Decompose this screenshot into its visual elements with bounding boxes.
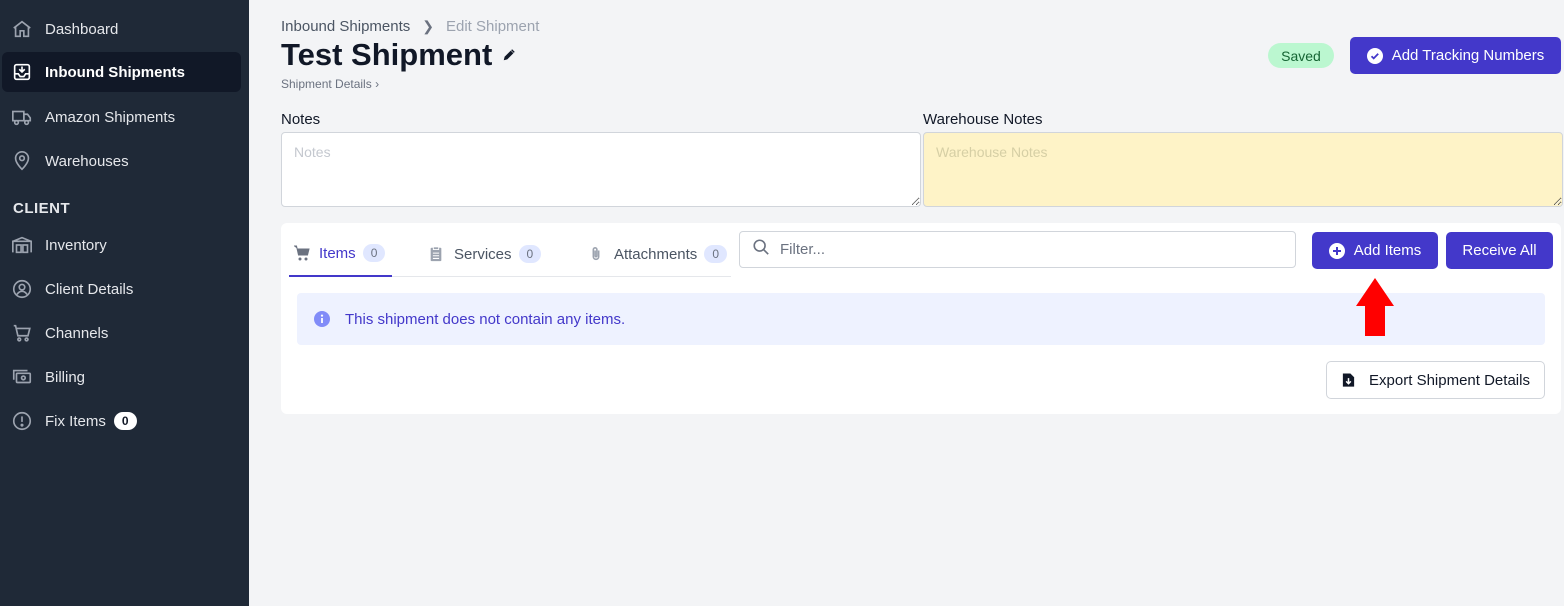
sidebar: Dashboard Inbound Shipments Amazon Shipm… (0, 0, 249, 606)
shopping-cart-icon (10, 321, 34, 345)
sidebar-item-amazon-shipments[interactable]: Amazon Shipments (2, 97, 241, 137)
inbox-download-icon (10, 60, 34, 84)
tab-label: Attachments (613, 245, 698, 263)
alert-message: This shipment does not contain any items… (345, 310, 626, 328)
add-tracking-numbers-label: Add Tracking Numbers (1391, 47, 1545, 64)
receive-all-button[interactable]: Receive All (1446, 232, 1553, 269)
page-title: Test Shipment (281, 37, 493, 72)
add-tracking-numbers-button[interactable]: Add Tracking Numbers (1350, 37, 1561, 74)
shipment-details-link[interactable]: Shipment Details › (281, 77, 379, 91)
sidebar-item-channels[interactable]: Channels (2, 313, 241, 353)
add-items-button[interactable]: Add Items (1312, 232, 1438, 269)
search-icon (752, 238, 770, 261)
breadcrumb: Inbound Shipments ❯ Edit Shipment (281, 18, 539, 35)
info-icon (314, 310, 332, 328)
file-download-icon (1341, 372, 1357, 388)
tab-count-badge: 0 (704, 245, 727, 263)
warehouse-shelves-icon (10, 233, 34, 257)
sidebar-item-label: Dashboard (45, 20, 119, 38)
cart-icon (293, 244, 311, 262)
sidebar-item-label: Amazon Shipments (45, 108, 176, 126)
sidebar-item-label: Inventory (45, 236, 107, 254)
sidebar-item-client-details[interactable]: Client Details (2, 269, 241, 309)
sidebar-item-label: Inbound Shipments (45, 63, 185, 81)
sidebar-item-label: Channels (45, 324, 109, 342)
sidebar-item-fix-items[interactable]: Fix Items 0 (2, 401, 241, 441)
clipboard-list-icon (428, 245, 446, 263)
sidebar-item-warehouses[interactable]: Warehouses (2, 141, 241, 181)
sidebar-item-billing[interactable]: Billing (2, 357, 241, 397)
check-circle-icon (1366, 47, 1383, 64)
tab-services[interactable]: Services 0 (392, 231, 548, 277)
sidebar-item-inventory[interactable]: Inventory (2, 225, 241, 265)
sidebar-section-client: CLIENT (13, 200, 71, 217)
tab-bar: Items 0 Services 0 Attachments 0 (289, 231, 731, 277)
filter-input[interactable] (780, 241, 1280, 258)
tab-label: Services (454, 245, 512, 263)
map-pin-icon (10, 149, 34, 173)
tab-attachments[interactable]: Attachments 0 (548, 231, 731, 277)
notes-label: Notes (281, 111, 321, 128)
plus-circle-icon (1328, 242, 1345, 259)
cash-icon (10, 365, 34, 389)
shipment-details-label: Shipment Details (281, 77, 372, 91)
tab-items[interactable]: Items 0 (289, 231, 392, 277)
truck-icon (10, 105, 34, 129)
tab-count-badge: 0 (518, 245, 542, 263)
notes-field[interactable] (281, 132, 921, 207)
sidebar-item-label: Billing (45, 368, 86, 386)
chevron-right-icon: › (375, 77, 380, 91)
home-icon (10, 17, 34, 41)
paperclip-icon (588, 245, 606, 263)
export-shipment-details-button[interactable]: Export Shipment Details (1326, 361, 1545, 399)
sidebar-item-label: Client Details (45, 280, 134, 298)
breadcrumb-inbound-shipments[interactable]: Inbound Shipments (281, 18, 410, 35)
breadcrumb-edit-shipment: Edit Shipment (446, 18, 540, 35)
tab-label: Items (319, 244, 356, 262)
status-badge: Saved (1268, 43, 1334, 68)
pencil-icon[interactable] (502, 47, 518, 63)
chevron-right-icon: ❯ (422, 18, 434, 34)
user-circle-icon (10, 277, 34, 301)
export-label: Export Shipment Details (1369, 371, 1530, 389)
fix-items-count-badge: 0 (113, 412, 137, 430)
sidebar-item-dashboard[interactable]: Dashboard (2, 9, 241, 49)
sidebar-item-inbound-shipments[interactable]: Inbound Shipments (2, 52, 241, 92)
sidebar-item-label: Warehouses (45, 152, 129, 170)
filter-field (739, 231, 1296, 268)
page-title-row: Test Shipment (281, 37, 518, 73)
sidebar-item-label: Fix Items (45, 412, 106, 430)
annotation-arrow-icon (1356, 278, 1394, 336)
warehouse-notes-label: Warehouse Notes (923, 111, 1043, 128)
warehouse-notes-field[interactable] (923, 132, 1563, 207)
tab-count-badge: 0 (362, 244, 386, 262)
alert-circle-icon (10, 409, 34, 433)
add-items-label: Add Items (1353, 242, 1422, 259)
